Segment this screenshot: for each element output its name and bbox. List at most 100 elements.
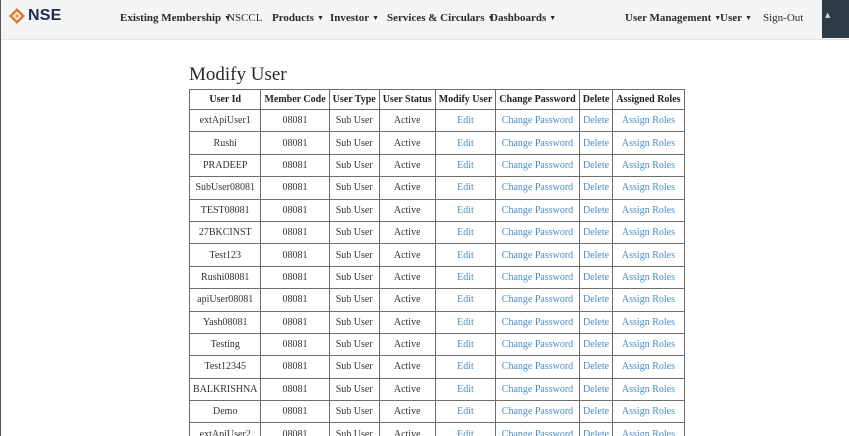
assign-roles-link[interactable]: Assign Roles bbox=[612, 288, 685, 312]
user-account-box[interactable]: ▲ bbox=[822, 0, 849, 38]
member-code-cell: 08081 bbox=[260, 265, 330, 290]
user-id-cell: Yash08081 bbox=[188, 310, 262, 334]
nav-nsccl[interactable]: NSCCL bbox=[227, 12, 262, 24]
assign-roles-link[interactable]: Assign Roles bbox=[612, 220, 685, 245]
delete-link[interactable]: Delete bbox=[578, 220, 614, 245]
change-password-link[interactable]: Change Password bbox=[495, 220, 580, 245]
delete-link[interactable]: Delete bbox=[578, 153, 614, 178]
delete-link[interactable]: Delete bbox=[578, 422, 614, 436]
user-type-cell: Sub User bbox=[328, 265, 380, 290]
assign-roles-link[interactable]: Assign Roles bbox=[612, 108, 685, 133]
table-row: Demo 08081 Sub User Active Edit Change Passwo… bbox=[188, 400, 685, 424]
change-password-link[interactable]: Change Password bbox=[495, 198, 580, 222]
change-password-link[interactable]: Change Password bbox=[495, 355, 580, 379]
member-code-cell: 08081 bbox=[260, 131, 330, 155]
member-code-cell: 08081 bbox=[260, 288, 330, 312]
page-title: Modify User bbox=[189, 64, 287, 85]
delete-link[interactable]: Delete bbox=[578, 176, 614, 200]
delete-link[interactable]: Delete bbox=[578, 310, 614, 334]
delete-link[interactable]: Delete bbox=[578, 288, 614, 312]
assign-roles-link[interactable]: Assign Roles bbox=[612, 265, 685, 290]
assign-roles-link[interactable]: Assign Roles bbox=[612, 153, 685, 178]
member-code-cell: 08081 bbox=[260, 355, 330, 379]
edit-link[interactable]: Edit bbox=[434, 400, 497, 424]
user-id-cell: PRADEEP bbox=[188, 153, 262, 178]
edit-link[interactable]: Edit bbox=[434, 108, 497, 133]
assign-roles-link[interactable]: Assign Roles bbox=[612, 332, 685, 357]
table-header-row: User Id Member Code User Type User Statu… bbox=[188, 89, 685, 110]
assign-roles-link[interactable]: Assign Roles bbox=[612, 198, 685, 222]
assign-roles-link[interactable]: Assign Roles bbox=[612, 176, 685, 200]
delete-link[interactable]: Delete bbox=[578, 243, 614, 267]
delete-link[interactable]: Delete bbox=[578, 198, 614, 222]
edit-link[interactable]: Edit bbox=[434, 288, 497, 312]
table-row: TEST08081 08081 Sub User Active Edit Change P… bbox=[188, 198, 685, 222]
nav-existing-membership-label: Existing Membership bbox=[120, 12, 222, 24]
assign-roles-link[interactable]: Assign Roles bbox=[612, 131, 685, 155]
users-table-body: extApiUser1 08081 Sub User Active Edit Change… bbox=[188, 108, 685, 436]
edit-link[interactable]: Edit bbox=[434, 265, 497, 290]
assign-roles-link[interactable]: Assign Roles bbox=[612, 243, 685, 267]
edit-link[interactable]: Edit bbox=[434, 176, 497, 200]
nav-sign-out[interactable]: Sign-Out bbox=[763, 12, 803, 24]
change-password-link[interactable]: Change Password bbox=[495, 243, 580, 267]
change-password-link[interactable]: Change Password bbox=[495, 400, 580, 424]
edit-link[interactable]: Edit bbox=[434, 131, 497, 155]
delete-link[interactable]: Delete bbox=[578, 131, 614, 155]
change-password-link[interactable]: Change Password bbox=[495, 176, 580, 200]
change-password-link[interactable]: Change Password bbox=[495, 377, 580, 402]
nse-logo[interactable]: NSE bbox=[8, 7, 62, 25]
edit-link[interactable]: Edit bbox=[434, 310, 497, 334]
member-code-cell: 08081 bbox=[260, 220, 330, 245]
edit-link[interactable]: Edit bbox=[434, 332, 497, 357]
chevron-down-icon: ▼ bbox=[745, 14, 752, 22]
nav-services-circulars[interactable]: Services & Circulars ▼ bbox=[387, 12, 495, 24]
delete-link[interactable]: Delete bbox=[578, 355, 614, 379]
nav-investor[interactable]: Investor ▼ bbox=[330, 12, 379, 24]
user-status-cell: Active bbox=[378, 198, 436, 222]
edit-link[interactable]: Edit bbox=[434, 220, 497, 245]
delete-link[interactable]: Delete bbox=[578, 265, 614, 290]
edit-link[interactable]: Edit bbox=[434, 243, 497, 267]
delete-link[interactable]: Delete bbox=[578, 400, 614, 424]
user-icon: ▲ bbox=[825, 11, 831, 19]
change-password-link[interactable]: Change Password bbox=[495, 288, 580, 312]
delete-link[interactable]: Delete bbox=[578, 377, 614, 402]
table-row: PRADEEP 08081 Sub User Active Edit Change Pas… bbox=[188, 153, 685, 178]
edit-link[interactable]: Edit bbox=[434, 153, 497, 178]
edit-link[interactable]: Edit bbox=[434, 377, 497, 402]
header-assigned-roles: Assigned Roles bbox=[612, 89, 685, 110]
user-status-cell: Active bbox=[378, 176, 436, 200]
user-status-cell: Active bbox=[378, 131, 436, 155]
nav-user-management[interactable]: User Management ▼ bbox=[625, 12, 721, 24]
user-id-cell: extApiUser2 bbox=[188, 422, 262, 436]
assign-roles-link[interactable]: Assign Roles bbox=[612, 310, 685, 334]
nav-user[interactable]: User ▼ bbox=[720, 12, 752, 24]
change-password-link[interactable]: Change Password bbox=[495, 265, 580, 290]
delete-link[interactable]: Delete bbox=[578, 332, 614, 357]
nav-dashboards[interactable]: Dashboards ▼ bbox=[490, 12, 556, 24]
member-code-cell: 08081 bbox=[260, 198, 330, 222]
change-password-link[interactable]: Change Password bbox=[495, 153, 580, 178]
table-row: Rushi 08081 Sub User Active Edit Change Passw… bbox=[188, 131, 685, 155]
assign-roles-link[interactable]: Assign Roles bbox=[612, 355, 685, 379]
nav-existing-membership[interactable]: Existing Membership ▼ bbox=[120, 12, 231, 24]
table-row: apiUser08081 08081 Sub User Active Edit Chang… bbox=[188, 288, 685, 312]
nav-products[interactable]: Products ▼ bbox=[272, 12, 324, 24]
assign-roles-link[interactable]: Assign Roles bbox=[612, 400, 685, 424]
edit-link[interactable]: Edit bbox=[434, 198, 497, 222]
edit-link[interactable]: Edit bbox=[434, 355, 497, 379]
change-password-link[interactable]: Change Password bbox=[495, 310, 580, 334]
edit-link[interactable]: Edit bbox=[434, 422, 497, 436]
change-password-link[interactable]: Change Password bbox=[495, 332, 580, 357]
change-password-link[interactable]: Change Password bbox=[495, 108, 580, 133]
assign-roles-link[interactable]: Assign Roles bbox=[612, 377, 685, 402]
change-password-link[interactable]: Change Password bbox=[495, 422, 580, 436]
assign-roles-link[interactable]: Assign Roles bbox=[612, 422, 685, 436]
window-border bbox=[0, 0, 1, 436]
user-status-cell: Active bbox=[378, 265, 436, 290]
delete-link[interactable]: Delete bbox=[578, 108, 614, 133]
user-id-cell: SubUser08081 bbox=[188, 176, 262, 200]
member-code-cell: 08081 bbox=[260, 310, 330, 334]
change-password-link[interactable]: Change Password bbox=[495, 131, 580, 155]
